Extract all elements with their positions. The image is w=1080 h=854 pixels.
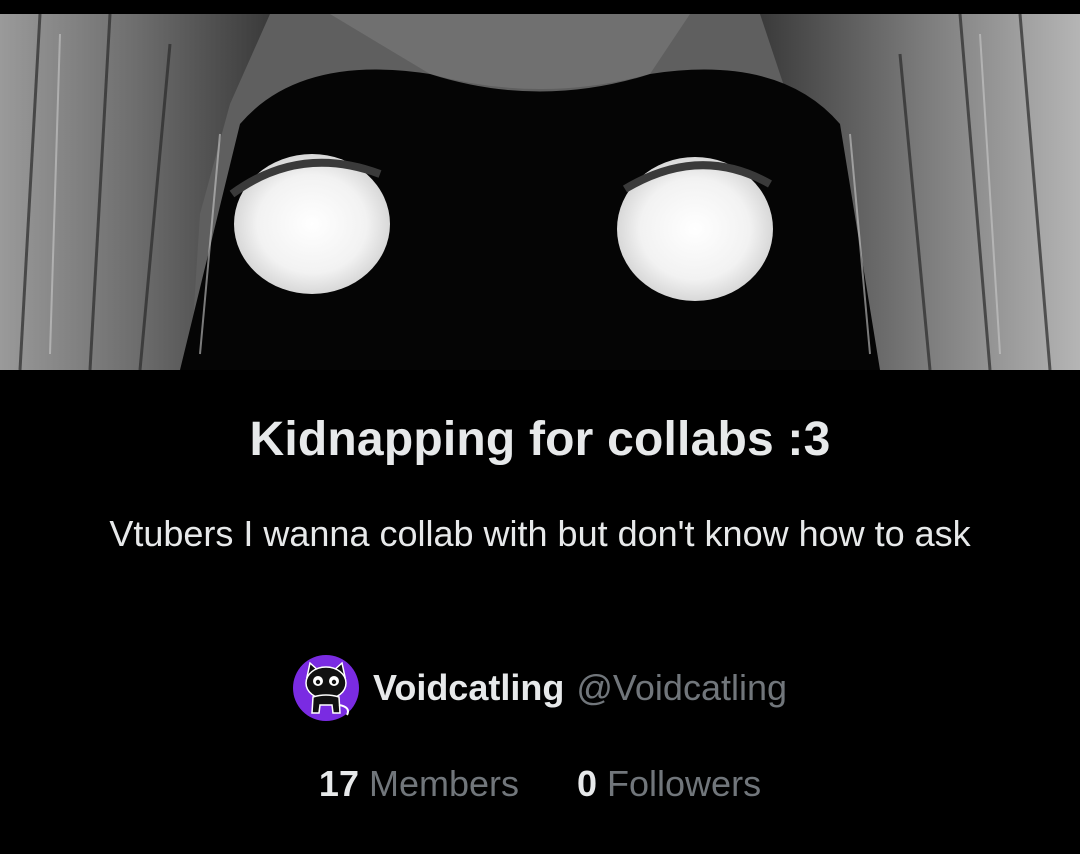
anime-face-banner-image <box>0 14 1080 370</box>
members-link[interactable]: 17 Members <box>319 763 519 805</box>
owner-display-name[interactable]: Voidcatling <box>373 667 564 709</box>
list-banner-image[interactable] <box>0 14 1080 370</box>
followers-link[interactable]: 0 Followers <box>577 763 761 805</box>
list-stats: 17 Members 0 Followers <box>0 756 1080 812</box>
list-owner[interactable]: Voidcatling @Voidcatling <box>0 655 1080 721</box>
black-cat-avatar-icon[interactable] <box>292 655 359 721</box>
owner-handle[interactable]: @Voidcatling <box>576 667 787 709</box>
list-description: Vtubers I wanna collab with but don't kn… <box>109 513 971 554</box>
members-label: Members <box>368 763 519 804</box>
members-count: 17 <box>318 763 359 804</box>
followers-label: Followers <box>607 763 762 804</box>
followers-count: 0 <box>577 763 598 804</box>
list-title: Kidnapping for collabs :3 <box>249 413 831 466</box>
